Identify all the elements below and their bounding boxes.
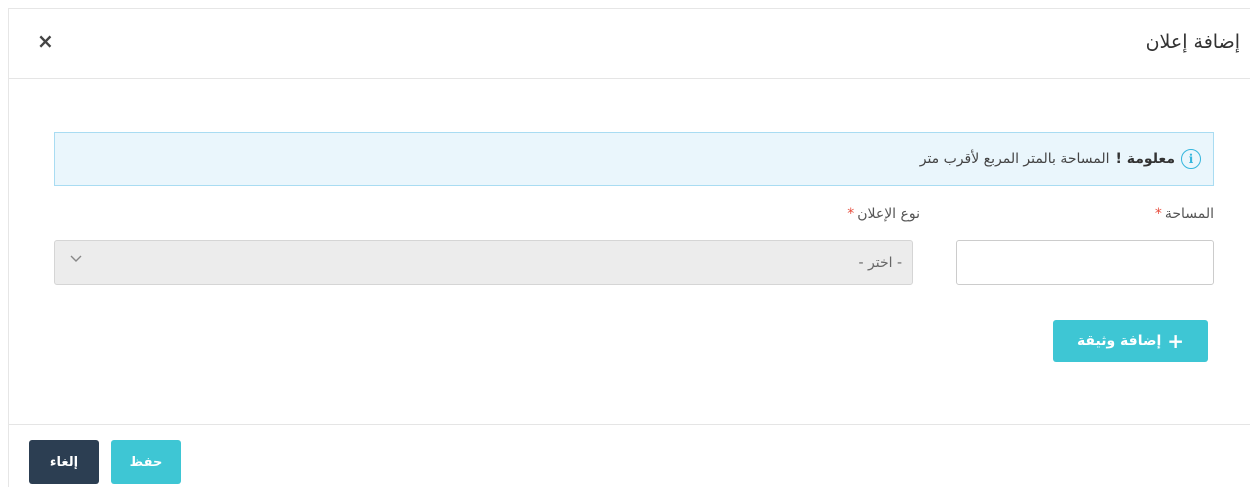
cancel-button[interactable]: إلغاء [29, 440, 99, 484]
required-mark: * [1154, 206, 1162, 222]
plus-icon: + [1167, 329, 1185, 353]
ad-type-label-text: نوع الإعلان [857, 206, 920, 222]
ad-type-select[interactable]: - اختر - [54, 240, 913, 285]
add-document-label: إضافة وثيقة [1076, 333, 1162, 349]
ad-type-selected: - اختر - [858, 254, 903, 271]
save-button[interactable]: حفظ [111, 440, 181, 484]
ad-type-label: نوع الإعلان* [847, 206, 920, 222]
close-icon[interactable]: × [37, 29, 54, 53]
alert-message: المساحة بالمتر المربع لأقرب متر [919, 151, 1110, 167]
area-label: المساحة* [1155, 206, 1214, 222]
required-mark: * [847, 206, 855, 222]
add-document-button[interactable]: + إضافة وثيقة [1053, 320, 1208, 362]
area-label-text: المساحة [1164, 206, 1214, 222]
modal-title: إضافة إعلان [1145, 31, 1240, 53]
alert-strong: معلومة ! [1115, 151, 1175, 167]
modal-footer: إلغاء حفظ [9, 424, 1250, 488]
info-icon: i [1181, 149, 1201, 169]
add-ad-modal: × إضافة إعلان i معلومة ! المساحة بالمتر … [8, 8, 1250, 487]
chevron-down-icon [70, 255, 82, 262]
modal-header: × إضافة إعلان [9, 9, 1250, 79]
area-input[interactable] [956, 240, 1214, 285]
info-alert: i معلومة ! المساحة بالمتر المربع لأقرب م… [54, 132, 1214, 186]
